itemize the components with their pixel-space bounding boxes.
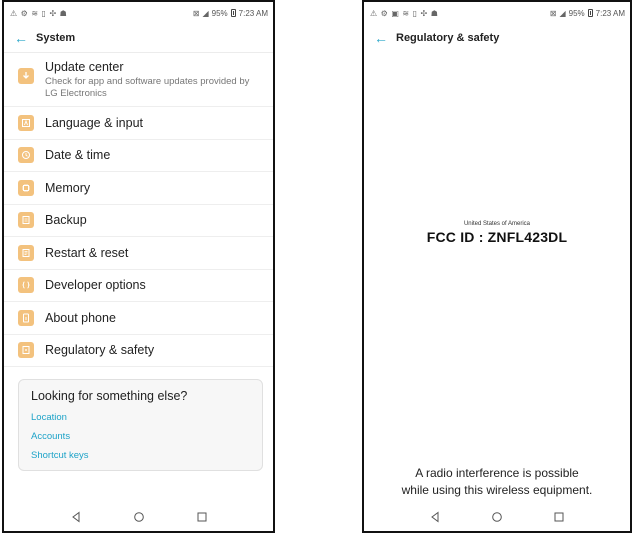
notice-line-1: A radio interference is possible bbox=[415, 466, 579, 480]
list-item-restart-reset[interactable]: Restart & reset bbox=[4, 237, 273, 270]
phone-icon: ▯ bbox=[412, 8, 418, 18]
list-item-label: Language & input bbox=[45, 115, 144, 130]
back-triangle-icon[interactable] bbox=[428, 510, 442, 524]
clock-icon bbox=[18, 147, 34, 164]
notification-icons: ⚠ ⚙ ▣ ≋ ▯ ✣ ☗ bbox=[370, 9, 438, 18]
signal-icon: ◢ bbox=[559, 8, 566, 18]
interference-notice: A radio interference is possible while u… bbox=[364, 465, 630, 499]
memory-icon bbox=[18, 179, 34, 196]
help-suggestions-card: Looking for something else? Location Acc… bbox=[18, 379, 263, 471]
arrow-left-icon[interactable]: ← bbox=[374, 31, 396, 45]
signal-icon: ◢ bbox=[202, 8, 209, 18]
system-settings-list: Update center Check for app and software… bbox=[4, 53, 273, 367]
list-item-backup[interactable]: Backup bbox=[4, 205, 273, 237]
list-item-label: Developer options bbox=[45, 278, 146, 293]
image-icon: ▣ bbox=[391, 8, 400, 18]
notice-line-2: while using this wireless equipment. bbox=[401, 482, 593, 497]
android-icon: ☗ bbox=[430, 8, 439, 18]
home-circle-icon[interactable] bbox=[132, 510, 146, 524]
list-item-label: Restart & reset bbox=[45, 245, 129, 260]
help-link-shortcut-keys[interactable]: Shortcut keys bbox=[31, 450, 250, 461]
list-item-description: Check for app and software updates provi… bbox=[45, 76, 250, 100]
status-bar: ⚠ ⚙ ▣ ≋ ▯ ✣ ☗ ⊠ ◢ 95% 7:23 AM bbox=[364, 2, 630, 24]
list-item-regulatory-safety[interactable]: Regulatory & safety bbox=[4, 335, 273, 367]
developer-icon bbox=[18, 277, 34, 294]
regulatory-label: United States of America FCC ID : ZNFL42… bbox=[364, 221, 630, 245]
page-title: System bbox=[36, 32, 76, 44]
list-item-language-input[interactable]: Language & input bbox=[4, 107, 273, 140]
update-icon bbox=[18, 68, 34, 84]
list-item-date-time[interactable]: Date & time bbox=[4, 140, 273, 172]
language-icon bbox=[18, 114, 34, 131]
recents-square-icon[interactable] bbox=[552, 510, 566, 524]
list-item-label: About phone bbox=[45, 310, 116, 325]
page-title: Regulatory & safety bbox=[396, 32, 500, 44]
navigation-bar bbox=[364, 503, 630, 531]
settings-notification-icon: ⚙ bbox=[20, 8, 29, 18]
list-item-memory[interactable]: Memory bbox=[4, 172, 273, 205]
help-link-accounts[interactable]: Accounts bbox=[31, 431, 250, 442]
system-settings-screen: ⚠ ⚙ ≋ ▯ ✣ ☗ ⊠ ◢ 95% 7:23 AM ← System Upd… bbox=[2, 0, 275, 533]
app-bar: ← System bbox=[4, 24, 273, 53]
list-item-update-center[interactable]: Update center Check for app and software… bbox=[4, 53, 273, 107]
country-label: United States of America bbox=[463, 221, 531, 227]
list-item-label: Update center bbox=[45, 60, 124, 74]
home-circle-icon[interactable] bbox=[490, 510, 504, 524]
back-triangle-icon[interactable] bbox=[69, 510, 83, 524]
settings-notification-icon: ⚙ bbox=[380, 8, 389, 18]
list-item-about-phone[interactable]: About phone bbox=[4, 302, 273, 335]
fcc-id: FCC ID : ZNFL423DL bbox=[426, 229, 568, 245]
usb-icon: ✣ bbox=[420, 8, 428, 18]
list-item-label: Regulatory & safety bbox=[45, 343, 155, 358]
battery-percent: 95% bbox=[568, 8, 585, 18]
phone-info-icon bbox=[18, 309, 34, 326]
nfc-icon: ⊠ bbox=[549, 8, 557, 18]
recents-square-icon[interactable] bbox=[195, 510, 209, 524]
navigation-bar bbox=[4, 503, 273, 531]
android-icon: ☗ bbox=[59, 8, 68, 18]
clock: 7:23 AM bbox=[238, 8, 268, 18]
regulatory-icon bbox=[18, 342, 34, 359]
notification-icons: ⚠ ⚙ ≋ ▯ ✣ ☗ bbox=[10, 9, 67, 18]
list-item-developer-options[interactable]: Developer options bbox=[4, 270, 273, 302]
wifi-icon: ≋ bbox=[31, 8, 39, 18]
list-item-label: Date & time bbox=[45, 148, 111, 163]
nfc-icon: ⊠ bbox=[192, 8, 200, 18]
wifi-icon: ≋ bbox=[402, 8, 410, 18]
reset-icon bbox=[18, 244, 34, 261]
help-link-location[interactable]: Location bbox=[31, 412, 250, 423]
battery-icon bbox=[230, 9, 236, 17]
battery-icon bbox=[587, 9, 593, 17]
help-card-title: Looking for something else? bbox=[31, 389, 188, 403]
backup-icon bbox=[18, 212, 34, 229]
warning-icon: ⚠ bbox=[370, 8, 378, 18]
list-item-label: Backup bbox=[45, 213, 87, 228]
phone-icon: ▯ bbox=[41, 8, 47, 18]
warning-icon: ⚠ bbox=[10, 8, 18, 18]
regulatory-safety-screen: ⚠ ⚙ ▣ ≋ ▯ ✣ ☗ ⊠ ◢ 95% 7:23 AM ← Regulato… bbox=[362, 0, 632, 533]
status-bar: ⚠ ⚙ ≋ ▯ ✣ ☗ ⊠ ◢ 95% 7:23 AM bbox=[4, 2, 273, 24]
battery-percent: 95% bbox=[211, 8, 228, 18]
usb-icon: ✣ bbox=[49, 8, 57, 18]
clock: 7:23 AM bbox=[595, 8, 625, 18]
app-bar: ← Regulatory & safety bbox=[364, 24, 630, 52]
list-item-label: Memory bbox=[45, 180, 91, 195]
arrow-left-icon[interactable]: ← bbox=[14, 31, 36, 45]
